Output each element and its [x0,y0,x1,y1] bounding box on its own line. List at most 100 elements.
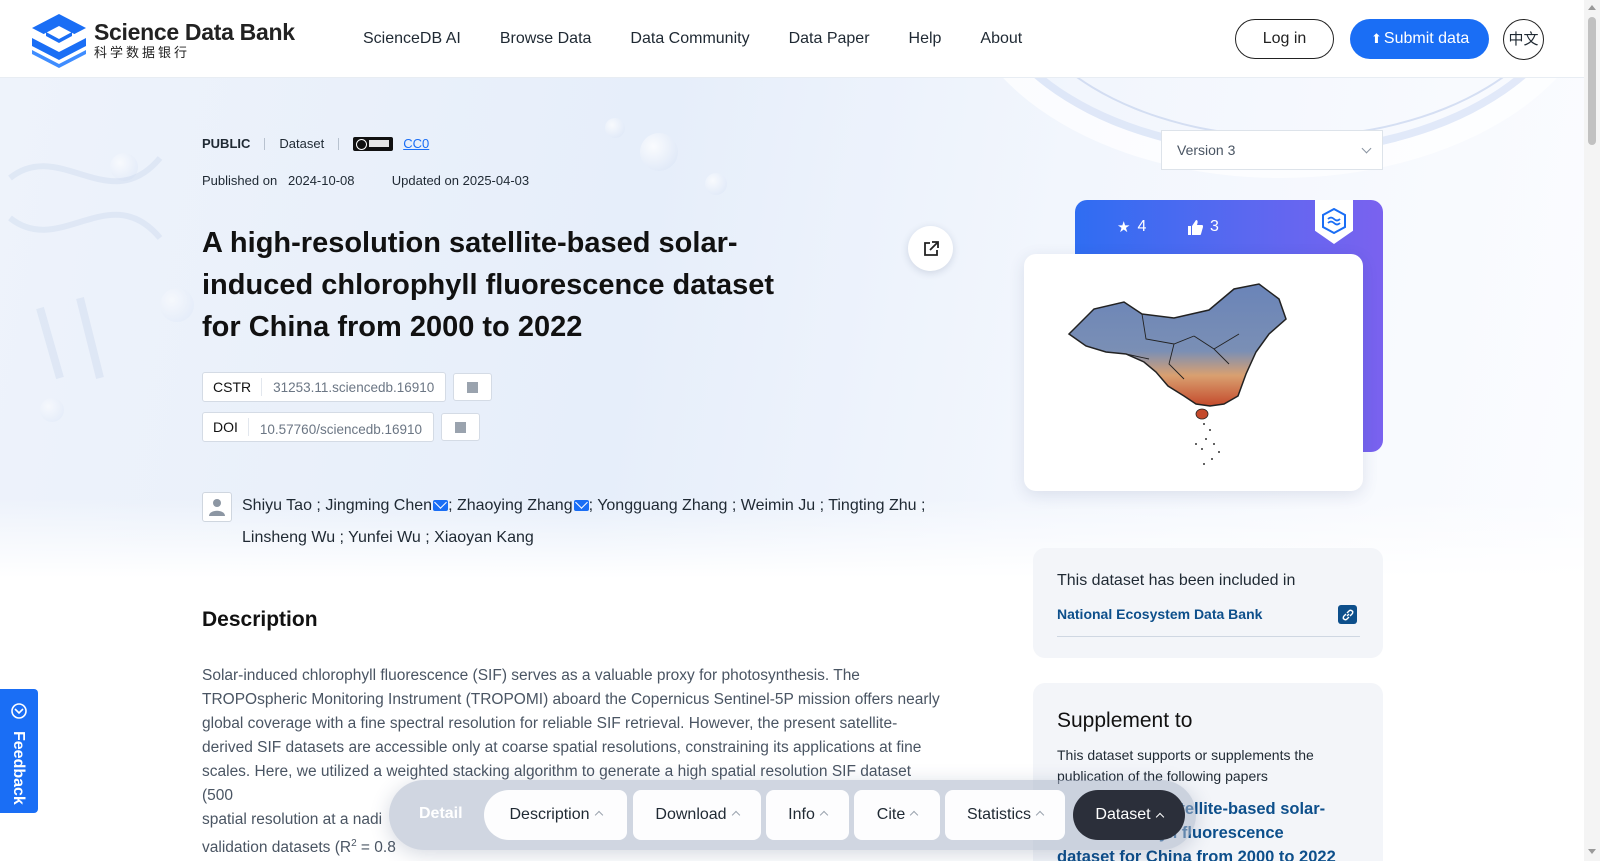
scrollbar-thumb[interactable] [1588,17,1596,145]
like-count-value: 3 [1210,218,1219,235]
nav-item-sciencedb-ai[interactable]: ScienceDB AI [363,30,461,48]
doi-row: DOI 10.57760/sciencedb.16910 [202,412,481,442]
chevron-up-icon [1155,812,1164,822]
nav-item-help[interactable]: Help [909,30,942,48]
doi-label: DOI [203,418,249,436]
email-icon[interactable] [433,500,449,511]
chevron-up-icon [819,810,829,820]
included-link[interactable]: National Ecosystem Data Bank [1057,606,1262,622]
doi-value: 10.57760/sciencedb.16910 [259,421,423,437]
scroll-up-arrow-icon[interactable] [1588,5,1596,10]
author-name[interactable]: Xiaoyan Kang [434,529,534,546]
top-header: Science Data Bank 科学数据银行 ScienceDB AI Br… [0,0,1584,78]
author-avatar-icon [202,492,232,522]
external-share-icon [923,240,939,256]
star-icon: ★ [1117,219,1131,236]
molecule-decoration [640,133,678,171]
description-line-6: spatial resolution at a nadi [202,811,383,828]
dataset-meta-row: PUBLIC Dataset CC0 [202,136,429,151]
author-name[interactable]: Jingming Chen [325,497,432,514]
copy-icon [464,378,479,393]
license-link[interactable]: CC0 [403,136,429,151]
visibility-label: PUBLIC [202,136,251,151]
dataset-type-label: Dataset [279,136,325,151]
page-scrollbar[interactable] [1584,0,1600,861]
main-nav: ScienceDB AI Browse Data Data Community … [363,30,1061,48]
author-names: Shiyu Tao ; Jingming Chen; Zhaoying Zhan… [242,497,926,546]
chevron-up-icon [594,810,603,820]
author-name[interactable]: Shiyu Tao [242,497,312,514]
submit-data-button[interactable]: ⬆ Submit data [1350,19,1489,59]
doi-box: DOI 10.57760/sciencedb.16910 [202,412,435,442]
tab-download[interactable]: Download [633,790,761,840]
nav-item-data-paper[interactable]: Data Paper [789,30,870,48]
molecule-decoration [605,118,625,138]
chevron-up-icon [1035,810,1045,820]
version-selected-value: Version 3 [1177,142,1236,158]
author-name[interactable]: Yunfei Wu [348,529,421,546]
brand-name: Science Data Bank [94,19,295,45]
nav-item-browse-data[interactable]: Browse Data [500,30,592,48]
dataset-preview-card[interactable] [1024,254,1363,491]
cstr-box: CSTR 31253.11.sciencedb.16910 [202,372,447,402]
public-domain-license-icon [353,136,394,151]
tab-cite[interactable]: Cite [854,790,940,840]
supplement-title: Supplement to [1057,709,1193,732]
cstr-row: CSTR 31253.11.sciencedb.16910 [202,372,493,402]
like-count[interactable]: 3 [1188,218,1219,236]
divider [338,137,340,150]
site-logo[interactable]: Science Data Bank 科学数据银行 [30,12,295,68]
tab-dataset[interactable]: Dataset [1073,790,1185,840]
author-name[interactable]: Tingting Zhu [828,497,916,514]
email-icon[interactable] [573,500,589,511]
sciencedb-badge-icon [1315,200,1353,244]
star-count-value: 4 [1137,218,1147,235]
chevron-down-icon [1361,143,1372,154]
included-title: This dataset has been included in [1057,572,1296,589]
included-in-card: This dataset has been included in Nation… [1033,548,1383,658]
scroll-down-arrow-icon[interactable] [1588,849,1596,854]
section-tab-bar: Detail Description Download Info Cite St… [389,780,1196,850]
published-label: Published on [202,173,278,188]
version-select[interactable]: Version 3 [1161,130,1383,170]
copy-icon [452,418,467,433]
nav-item-about[interactable]: About [980,30,1022,48]
author-name[interactable]: Yongguang Zhang [597,497,727,514]
description-line-7: validation datasets (R2 = 0.8 [202,838,396,857]
feedback-label: Feedback [10,731,27,805]
brand-subtitle: 科学数据银行 [94,45,191,60]
star-count[interactable]: ★ 4 [1117,218,1146,236]
copy-cstr-button[interactable] [453,373,493,401]
submit-data-label: Submit data [1383,30,1470,47]
molecule-decoration [705,173,727,195]
cstr-label: CSTR [203,378,263,396]
tab-description[interactable]: Description [484,790,627,840]
nav-item-data-community[interactable]: Data Community [630,30,749,48]
author-list: Shiyu Tao ; Jingming Chen; Zhaoying Zhan… [202,490,942,554]
tab-detail-label[interactable]: Detail [419,805,463,823]
divider [264,137,266,150]
science-data-bank-logo-icon [32,14,86,68]
copy-doi-button[interactable] [441,413,481,441]
author-name[interactable]: Zhaoying Zhang [457,497,573,514]
divider [1057,636,1360,637]
dataset-dates: Published on 2024-10-08 Updated on 2025-… [202,173,529,188]
feedback-button[interactable]: Feedback [0,689,38,813]
author-name[interactable]: Linsheng Wu [242,529,335,546]
tab-info[interactable]: Info [766,790,849,840]
chevron-up-icon [909,810,919,820]
feedback-icon [11,703,27,719]
login-button[interactable]: Log in [1235,19,1334,59]
link-icon[interactable] [1338,605,1357,624]
author-name[interactable]: Weimin Ju [741,497,815,514]
updated-label: Updated on [391,173,459,188]
chevron-up-icon [731,810,740,820]
tab-statistics[interactable]: Statistics [945,790,1065,840]
published-date: 2024-10-08 [288,173,355,188]
share-button[interactable] [908,226,953,271]
language-switch-button[interactable]: 中文 [1503,19,1544,60]
cstr-value: 31253.11.sciencedb.16910 [273,379,435,395]
thumbs-up-icon [1188,219,1203,235]
dataset-title: A high-resolution satellite-based solar-… [202,227,775,343]
china-sif-map-image [1067,283,1287,465]
